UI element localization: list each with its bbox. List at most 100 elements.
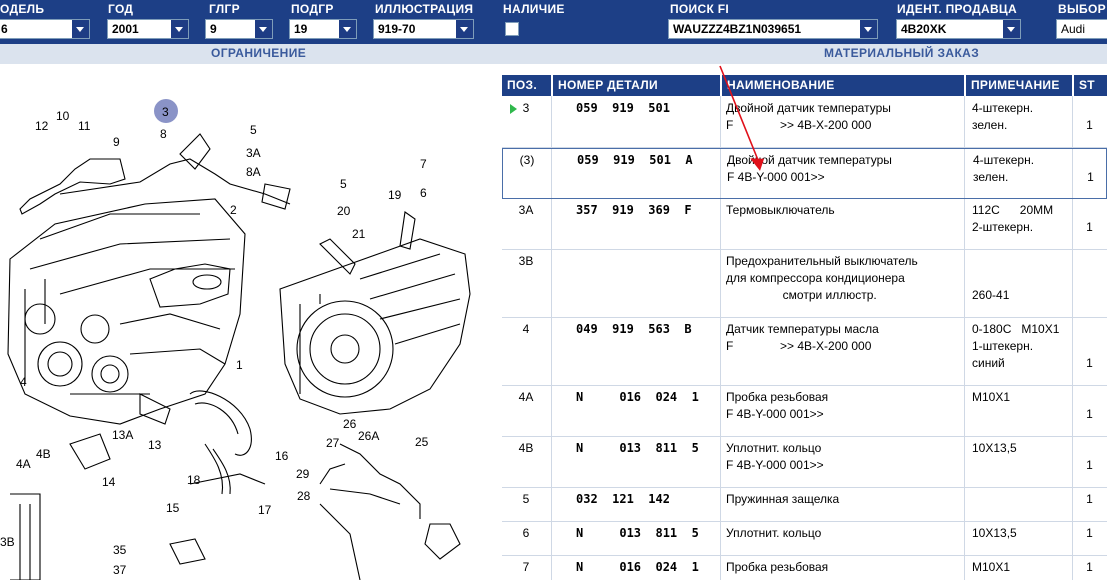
row-st: 1 [1086, 356, 1093, 370]
table-row[interactable]: 4 049 919 563 B Датчик температуры масла F… [502, 318, 1107, 386]
callout-26a: 26A [358, 429, 379, 443]
stock-checkbox[interactable] [505, 22, 519, 36]
chevron-down-icon[interactable] [1003, 20, 1020, 38]
callout-4b: 4B [36, 447, 51, 461]
parts-illustration[interactable]: 3 5 10 11 12 8 9 3A 8A 5 7 6 19 2 20 21 … [0, 64, 500, 580]
callout-12: 12 [35, 119, 49, 133]
row-name: Уплотнит. кольцо [726, 526, 822, 540]
table-row[interactable]: 6 N 013 811 5 Уплотнит. кольцо 10X13,5 1 [502, 522, 1107, 556]
callout-37: 37 [113, 563, 127, 577]
callout-5: 5 [250, 123, 257, 137]
row-note: 4-штекерн. зелен. [972, 101, 1034, 132]
row-position: (3) [519, 153, 535, 167]
illustration-label: ИЛЛЮСТРАЦИЯ [375, 2, 474, 16]
brand-select[interactable]: Audi [1056, 19, 1107, 39]
row-note: M10X1 [972, 560, 1011, 574]
chevron-down-icon[interactable] [255, 20, 272, 38]
brand-label: ВЫБОР [1058, 2, 1106, 16]
row-name: Пробка резьбовая [726, 560, 829, 574]
chevron-down-icon[interactable] [171, 20, 188, 38]
callout-8a: 8A [246, 165, 261, 179]
row-note: 112C 20MM 2-штекерн. [972, 203, 1054, 234]
year-label: ГОД [108, 2, 134, 16]
table-row[interactable]: 3B Предохранительный выключатель для комп… [502, 250, 1107, 318]
callout-18: 18 [187, 473, 201, 487]
callout-13a: 13A [112, 428, 133, 442]
illustration-select[interactable]: 919-70 [373, 19, 474, 39]
callout-14: 14 [102, 475, 116, 489]
table-row[interactable]: (3) 059 919 501 A Двойной датчик температу… [502, 148, 1107, 199]
col-header-note[interactable]: ПРИМЕЧАНИЕ [966, 75, 1072, 96]
callout-3: 3 [162, 105, 169, 119]
callout-13: 13 [148, 438, 162, 452]
table-row[interactable]: 7 N 016 024 1 Пробка резьбовая M10X1 1 [502, 556, 1107, 580]
callout-25: 25 [415, 435, 429, 449]
table-row[interactable]: 5 032 121 142 Пружинная защелка 1 [502, 488, 1107, 522]
row-name: Двойной датчик температуры F >> 4B-X-200… [726, 101, 891, 132]
table-row[interactable]: 3 059 919 501 Двойной датчик температуры F… [502, 97, 1107, 148]
row-name: Пружинная защелка [726, 492, 840, 506]
table-row[interactable]: 4B N 013 811 5 Уплотнит. кольцо F 4B-Y-000… [502, 437, 1107, 488]
row-note: 260-41 [972, 288, 1010, 302]
callout-17: 17 [258, 503, 272, 517]
sub-group-select[interactable]: 19 [289, 19, 357, 39]
callout-6: 6 [420, 186, 427, 200]
callout-21: 21 [352, 227, 366, 241]
parts-table: ПОЗ. НОМЕР ДЕТАЛИ НАИМЕНОВАНИЕ ПРИМЕЧАНИ… [502, 75, 1107, 580]
chevron-down-icon[interactable] [72, 20, 89, 38]
callout-19: 19 [388, 188, 402, 202]
callout-8: 8 [160, 127, 167, 141]
col-header-part-number[interactable]: НОМЕР ДЕТАЛИ [553, 75, 720, 96]
row-st: 1 [1087, 170, 1094, 184]
sub-group-label: ПОДГР [291, 2, 334, 16]
row-part-number: N 013 811 5 [576, 526, 699, 540]
row-name: Двойной датчик температуры F 4B-Y-000 00… [727, 153, 892, 184]
model-select[interactable]: 6 [0, 19, 90, 39]
row-note: 0-180C M10X1 1-штекерн. синий [972, 322, 1060, 370]
row-st: 1 [1086, 407, 1093, 421]
row-position: 3A [518, 203, 534, 217]
row-note [972, 488, 1070, 491]
row-name: Термовыключатель [726, 203, 835, 217]
callout-10: 10 [56, 109, 70, 123]
row-st: 1 [1086, 220, 1093, 234]
hose-drawing [189, 390, 252, 456]
row-position: 6 [522, 526, 530, 540]
filter-bar: ОДЕЛЬ 6 ГОД 2001 ГЛГР 9 ПОДГР 19 ИЛЛЮСТР… [0, 0, 1107, 44]
seller-id-select[interactable]: 4B20XK [896, 19, 1021, 39]
callout-5b: 5 [340, 177, 347, 191]
callout-16: 16 [275, 449, 289, 463]
col-header-name[interactable]: НАИМЕНОВАНИЕ [722, 75, 964, 96]
col-header-pos[interactable]: ПОЗ. [502, 75, 551, 96]
row-st: 1 [1086, 526, 1093, 540]
callout-labels[interactable]: 3 5 10 11 12 8 9 3A 8A 5 7 6 19 2 20 21 … [0, 105, 429, 577]
row-name: Предохранительный выключатель для компре… [726, 254, 918, 302]
callout-26: 26 [343, 417, 357, 431]
row-name: Пробка резьбовая F 4B-Y-000 001>> [726, 390, 829, 421]
col-header-st[interactable]: ST [1074, 75, 1107, 96]
chevron-down-icon[interactable] [456, 20, 473, 38]
row-position: 3 [522, 101, 530, 115]
row-position: 3B [518, 254, 534, 268]
row-position: 7 [522, 560, 530, 574]
table-row[interactable]: 3A 357 919 369 F Термовыключатель 112C 20MM… [502, 199, 1107, 250]
chevron-down-icon[interactable] [860, 20, 877, 38]
callout-1: 1 [236, 358, 243, 372]
main-group-select[interactable]: 9 [205, 19, 273, 39]
row-part-number: 032 121 142 [576, 492, 670, 506]
row-position: 4 [522, 322, 530, 336]
table-row[interactable]: 4A N 016 024 1 Пробка резьбовая F 4B-Y-000… [502, 386, 1107, 437]
chevron-down-icon[interactable] [339, 20, 356, 38]
row-part-number: 049 919 563 B [576, 322, 692, 336]
year-select[interactable]: 2001 [107, 19, 189, 39]
row-note: 10X13,5 [972, 441, 1017, 455]
model-label: ОДЕЛЬ [0, 2, 45, 16]
seller-id-label: ИДЕНТ. ПРОДАВЦА [897, 2, 1017, 16]
row-part-number: N 013 811 5 [576, 441, 699, 455]
row-name: Уплотнит. кольцо F 4B-Y-000 001>> [726, 441, 824, 472]
transmission-drawing [279, 238, 471, 415]
vin-search-select[interactable]: WAUZZZ4BZ1N039651 [668, 19, 878, 39]
callout-29: 29 [296, 467, 310, 481]
callout-3b: 3B [0, 535, 15, 549]
row-position: 4B [518, 441, 534, 455]
